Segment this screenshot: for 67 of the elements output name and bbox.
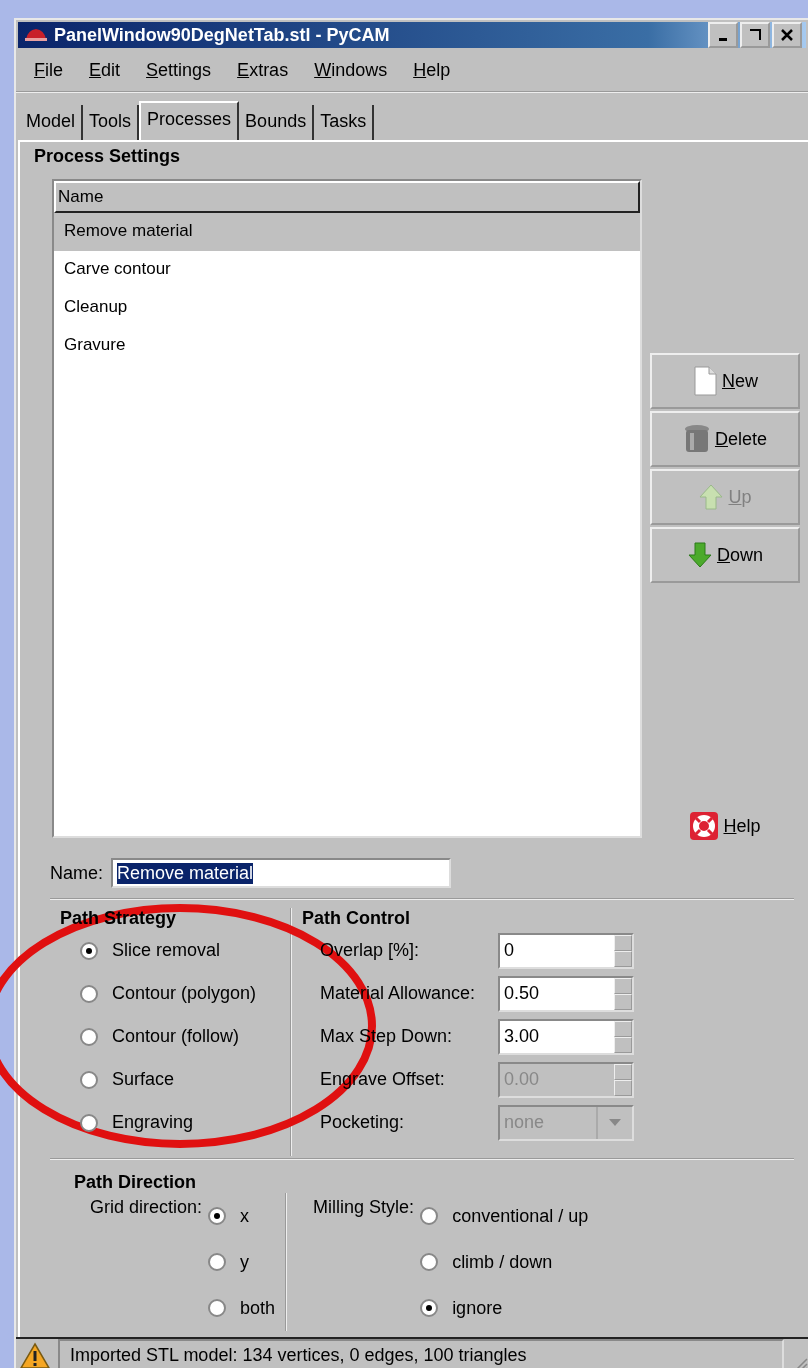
radio-option[interactable]: x [208, 1193, 276, 1239]
tab[interactable]: Processes [139, 101, 240, 140]
trash-can-icon [682, 424, 711, 454]
field-label: Milling Style: [312, 1196, 415, 1219]
menu-item[interactable]: Windows [314, 60, 388, 81]
radio-button[interactable] [420, 1207, 439, 1225]
tab[interactable]: Tasks [314, 105, 375, 140]
radio-button[interactable] [80, 1070, 98, 1089]
spin-field[interactable]: 0 [498, 932, 634, 969]
menu-item[interactable]: Help [413, 60, 451, 81]
menu-item[interactable]: File [34, 60, 63, 81]
group-title: Path Control [302, 908, 411, 929]
radio-option[interactable]: ignore [420, 1285, 589, 1331]
section-title: Process Settings [34, 146, 182, 168]
radio-button[interactable] [420, 1299, 439, 1317]
menu-item[interactable]: Extras [237, 60, 289, 81]
caret-icon [609, 1118, 621, 1127]
group-title: Path Strategy [60, 908, 178, 929]
minimize-button[interactable] [708, 22, 738, 48]
list-row[interactable]: Remove material [54, 213, 640, 251]
menu-item[interactable]: Edit [89, 60, 121, 81]
status-text: Imported STL model: 134 vertices, 0 edges, 100 triangles [58, 1339, 784, 1368]
radio-button[interactable] [80, 1113, 98, 1132]
maximize-button[interactable] [740, 22, 770, 48]
up-arrow-icon [698, 483, 725, 511]
down-button[interactable]: Down [650, 527, 800, 583]
lifebuoy-icon [689, 811, 720, 841]
radio-option[interactable]: both [208, 1285, 276, 1331]
field-label: Grid direction: [89, 1196, 203, 1219]
minimize-icon [719, 37, 727, 41]
document-icon [692, 366, 718, 396]
app-icon [24, 27, 48, 43]
list-row[interactable]: Cleanup [54, 289, 640, 327]
new-button[interactable]: New [650, 353, 800, 409]
delete-button[interactable]: Delete [650, 411, 800, 467]
menu-item[interactable]: Settings [146, 60, 212, 81]
close-icon[interactable] [772, 22, 802, 48]
radio-option[interactable]: climb / down [420, 1239, 589, 1285]
list-row[interactable]: Gravure [54, 327, 640, 365]
radio-option[interactable]: Surface [60, 1058, 280, 1101]
list-row[interactable]: Carve contour [54, 251, 640, 289]
window-title: PanelWindow90DegNetTab.stl - PyCAM [54, 24, 391, 46]
radio-button[interactable] [420, 1253, 439, 1271]
radio-option[interactable]: Contour (polygon) [60, 972, 280, 1015]
tab[interactable]: Bounds [239, 105, 315, 140]
radio-option[interactable]: conventional / up [420, 1193, 589, 1239]
spin-field[interactable]: 0.50 [498, 975, 634, 1012]
maximize-icon [748, 28, 762, 42]
radio-option[interactable]: Contour (follow) [60, 1015, 280, 1058]
radio-button[interactable] [80, 941, 98, 960]
down-arrow-icon [687, 541, 713, 569]
group-title: Path Direction [74, 1172, 198, 1193]
radio-option[interactable]: Engraving [60, 1101, 280, 1144]
tab[interactable]: Model [20, 105, 84, 140]
name-field[interactable]: Remove material [111, 858, 451, 888]
radio-button[interactable] [208, 1299, 227, 1317]
radio-button[interactable] [80, 984, 98, 1003]
help-button[interactable]: Help [683, 810, 767, 842]
column-header[interactable]: Name [54, 181, 640, 213]
radio-button[interactable] [208, 1207, 227, 1225]
field-label: Pocketing: [320, 1112, 406, 1133]
radio-button[interactable] [80, 1027, 98, 1046]
spin-field[interactable]: 3.00 [498, 1018, 634, 1055]
radio-option[interactable]: Slice removal [60, 929, 280, 972]
radio-option[interactable]: y [208, 1239, 276, 1285]
field-label: Name: [50, 862, 103, 884]
radio-button[interactable] [208, 1253, 227, 1271]
